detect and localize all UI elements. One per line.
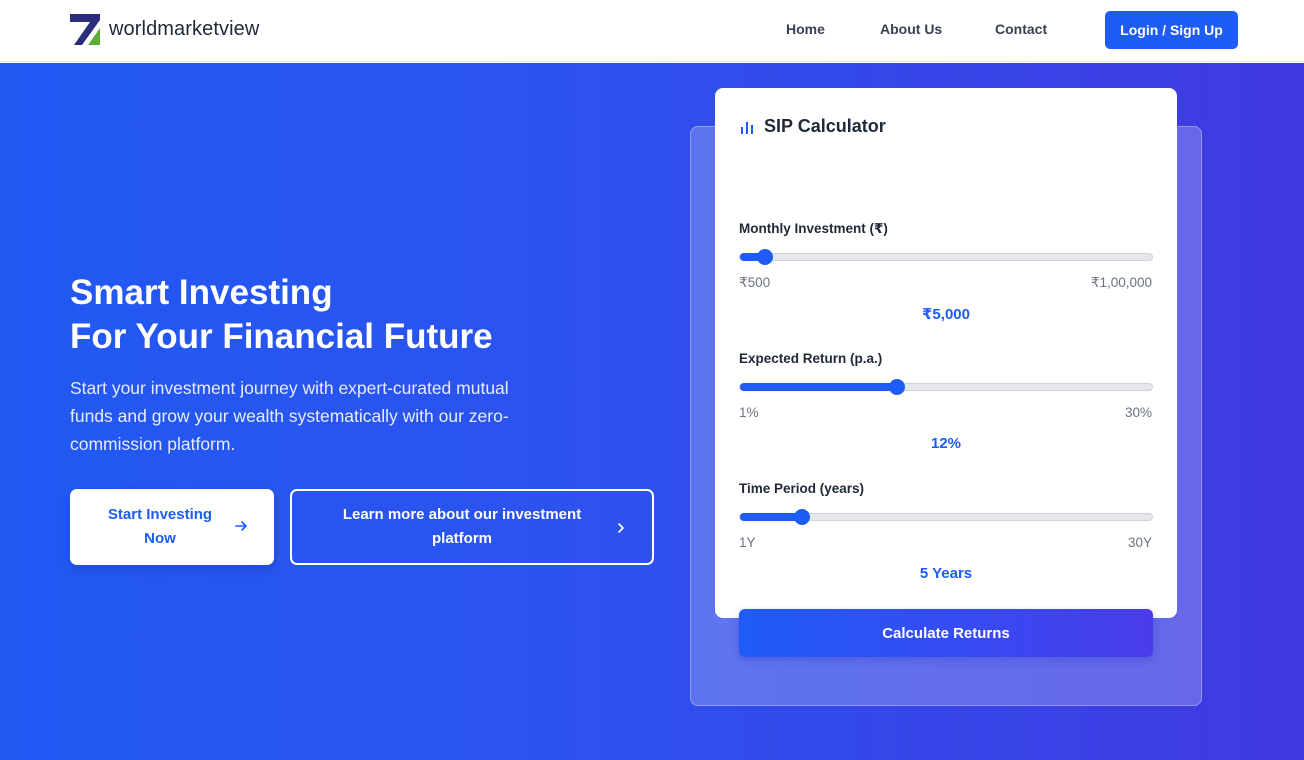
monthly-investment-value: ₹5,000 bbox=[922, 306, 970, 323]
calculate-returns-button[interactable]: Calculate Returns bbox=[739, 609, 1153, 657]
hero-title: Smart Investing For Your Financial Futur… bbox=[70, 271, 493, 359]
slider-thumb[interactable] bbox=[888, 379, 905, 395]
slider-thumb[interactable] bbox=[793, 509, 810, 525]
hero-title-line2: For Your Financial Future bbox=[70, 317, 493, 356]
login-signup-button[interactable]: Login / Sign Up bbox=[1105, 11, 1238, 49]
time-period-max: 30Y bbox=[1127, 535, 1152, 550]
chevron-right-icon bbox=[618, 523, 624, 533]
calculator-title: SIP Calculator bbox=[764, 116, 886, 136]
monthly-investment-min: ₹500 bbox=[739, 275, 771, 290]
start-investing-button[interactable]: Start Investing Now bbox=[70, 489, 274, 565]
arrow-right-icon bbox=[235, 521, 247, 531]
learn-more-button[interactable]: Learn more about our investment platform bbox=[290, 489, 654, 565]
nav-about-us[interactable]: About Us bbox=[880, 21, 942, 37]
expected-return-slider[interactable] bbox=[739, 379, 1153, 395]
monthly-investment-slider[interactable] bbox=[739, 249, 1153, 265]
slider-fill bbox=[740, 513, 802, 521]
brand-logo[interactable]: worldmarketview bbox=[70, 14, 259, 45]
expected-return-value: 12% bbox=[930, 435, 962, 452]
monthly-investment-label: Monthly Investment (₹) bbox=[739, 221, 888, 236]
hero-title-line1: Smart Investing bbox=[70, 273, 333, 312]
nav-contact[interactable]: Contact bbox=[995, 21, 1047, 37]
slider-fill bbox=[740, 383, 897, 391]
start-investing-label: Start Investing Now bbox=[107, 506, 213, 547]
brand-name: worldmarketview bbox=[109, 18, 260, 40]
monthly-investment-max: ₹1,00,000 bbox=[1090, 275, 1152, 290]
time-period-min: 1Y bbox=[739, 535, 756, 550]
slider-thumb[interactable] bbox=[756, 249, 773, 265]
site-header: worldmarketview Home About Us Contact Lo… bbox=[0, 0, 1304, 62]
hero-description: Start your investment journey with exper… bbox=[70, 378, 509, 454]
time-period-value: 5 Years bbox=[919, 565, 973, 582]
nav-home[interactable]: Home bbox=[786, 21, 825, 37]
learn-more-label: Learn more about our investment platform bbox=[342, 506, 582, 547]
expected-return-min: 1% bbox=[739, 405, 759, 420]
time-period-label: Time Period (years) bbox=[739, 481, 865, 496]
brand-logo-icon bbox=[70, 14, 100, 45]
calculator-header: SIP Calculator bbox=[739, 116, 886, 137]
bar-chart-icon bbox=[741, 121, 753, 134]
time-period-slider[interactable] bbox=[739, 509, 1153, 525]
expected-return-label: Expected Return (p.a.) bbox=[739, 351, 883, 366]
expected-return-max: 30% bbox=[1124, 405, 1152, 420]
